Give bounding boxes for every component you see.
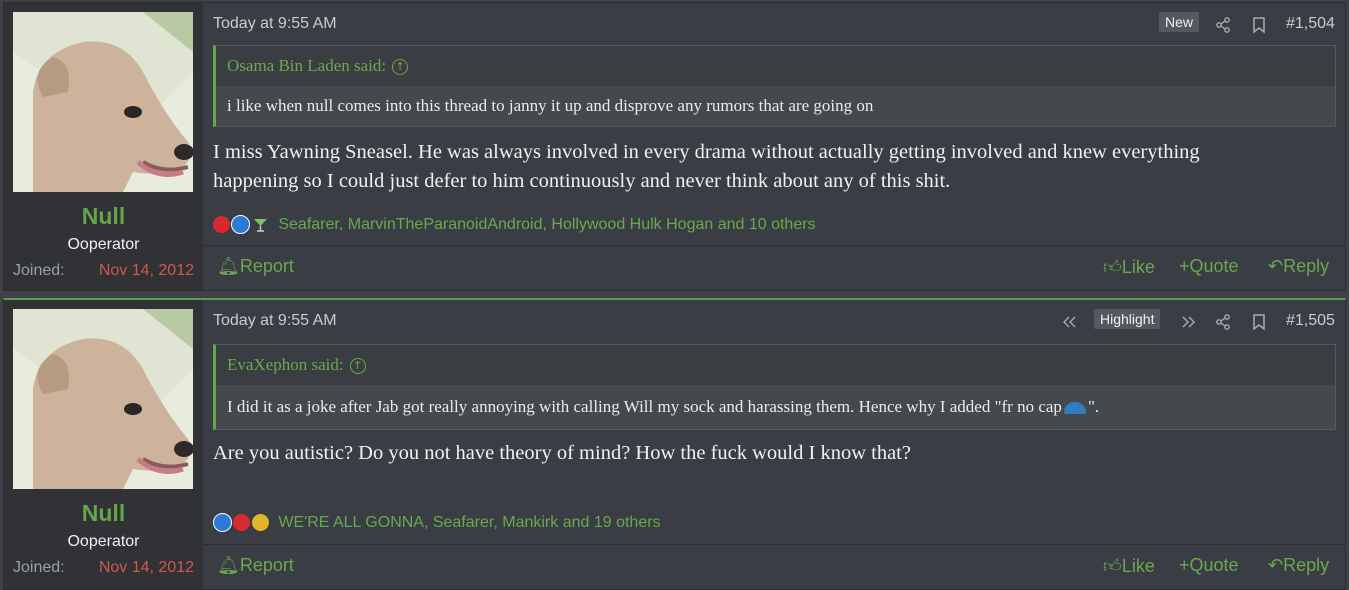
share-icon[interactable] [1214,16,1232,34]
bookmark-icon[interactable] [1250,16,1268,34]
quote-text-end: ". [1087,397,1100,416]
next-icon[interactable] [1180,313,1198,331]
arrow-up-icon[interactable]: ↑ [392,59,409,76]
quote-button[interactable]: +Quote [1179,256,1239,277]
thumbs-up-icon: 👍︎ [1103,257,1122,277]
arrow-up-icon[interactable]: ↑ [349,358,366,375]
quote-label: Quote [1189,256,1239,276]
quote-header[interactable]: Osama Bin Laden said: ↑ [216,46,1335,86]
heart-reaction-icon [213,216,230,233]
like-button[interactable]: 👍︎Like [1103,555,1155,577]
joined-label: Joined: [13,559,65,576]
medal-reaction-icon [251,514,269,531]
like-reaction-icon [213,513,232,532]
post-1504: Null Ooperator Joined: Nov 14, 2012 Toda… [3,2,1346,291]
joined-row: Joined: Nov 14, 2012 [13,559,194,577]
reply-icon: ↶ [1268,555,1284,575]
post-message: Are you autistic? Do you not have theory… [213,439,1325,468]
share-icon[interactable] [1214,313,1232,331]
message-line: happening so I could just defer to him c… [213,170,951,192]
cocktail-reaction-icon [252,216,269,233]
quote-text: i like when null comes into this thread … [216,86,1335,126]
joined-row: Joined: Nov 14, 2012 [13,262,194,280]
post-footer: 🔔︎Report 👍︎Like +Quote ↶Reply [203,245,1345,290]
reply-label: Reply [1283,555,1330,575]
user-panel: Null Ooperator Joined: Nov 14, 2012 [4,300,203,589]
quote-block: EvaXephon said: ↑ I did it as a joke afte… [213,344,1336,430]
bell-icon: 🔔︎ [217,555,240,575]
highlight-badge[interactable]: Highlight [1094,309,1161,329]
joined-label: Joined: [13,262,65,279]
username[interactable]: Null [4,203,203,230]
reply-icon: ↶ [1268,256,1284,276]
report-button[interactable]: 🔔︎Report [217,256,294,277]
post-time[interactable]: Today at 9:55 AM [213,312,337,330]
post-number[interactable]: #1,505 [1286,312,1335,330]
reactions-text[interactable]: Seafarer, MarvinTheParanoidAndroid, Holl… [278,216,815,233]
bookmark-icon[interactable] [1250,313,1268,331]
user-panel: Null Ooperator Joined: Nov 14, 2012 [4,3,203,290]
post-main: Today at 9:55 AM New #1,504 Osama Bin La… [203,3,1345,290]
quote-text: I did it as a joke after Jab got really … [227,397,1062,416]
plus-icon: + [1179,256,1190,276]
quote-header[interactable]: EvaXephon said: ↑ [216,345,1335,385]
reactions-bar[interactable]: WE'RE ALL GONNA, Seafarer, Mankirk and 1… [213,513,661,532]
like-button[interactable]: 👍︎Like [1103,256,1155,278]
post-footer: 🔔︎Report 👍︎Like +Quote ↶Reply [203,544,1345,589]
username[interactable]: Null [4,500,203,527]
message-line: I miss Yawning Sneasel. He was always in… [213,141,1200,163]
quote-author[interactable]: Osama Bin Laden said: [227,56,386,75]
avatar[interactable] [13,309,193,489]
post-time[interactable]: Today at 9:55 AM [213,15,337,33]
reactions-text[interactable]: WE'RE ALL GONNA, Seafarer, Mankirk and 1… [278,514,660,531]
reply-button[interactable]: ↶Reply [1268,555,1329,576]
heart-reaction-icon [233,514,251,531]
joined-date: Nov 14, 2012 [98,262,194,279]
prev-icon[interactable] [1060,313,1078,331]
like-label: Like [1121,556,1155,576]
post-1505: Null Ooperator Joined: Nov 14, 2012 Toda… [3,298,1346,590]
thumbs-up-icon: 👍︎ [1103,556,1122,576]
report-button[interactable]: 🔔︎Report [217,555,294,576]
quote-author[interactable]: EvaXephon said: [227,355,344,374]
cap-emoji-icon [1063,402,1086,415]
quote-text-row: I did it as a joke after Jab got really … [216,385,1335,429]
avatar[interactable] [13,12,193,192]
report-label: Report [239,256,294,276]
post-main: Today at 9:55 AM Highlight #1,505 EvaXep… [203,300,1345,589]
quote-label: Quote [1189,555,1239,575]
reply-button[interactable]: ↶Reply [1268,256,1329,277]
like-reaction-icon [231,215,251,234]
reply-label: Reply [1283,256,1330,276]
bell-icon: 🔔︎ [217,256,240,276]
message-line: Are you autistic? Do you not have theory… [213,442,911,464]
joined-date: Nov 14, 2012 [98,559,194,576]
like-label: Like [1121,257,1155,277]
plus-icon: + [1179,555,1190,575]
quote-button[interactable]: +Quote [1179,555,1239,576]
reactions-bar[interactable]: Seafarer, MarvinTheParanoidAndroid, Holl… [213,215,816,234]
quote-block: Osama Bin Laden said: ↑ i like when null … [213,45,1336,127]
post-message: I miss Yawning Sneasel. He was always in… [213,138,1325,196]
user-title: Ooperator [67,236,140,253]
user-title: Ooperator [67,533,140,550]
post-number[interactable]: #1,504 [1286,15,1335,33]
new-badge: New [1159,12,1200,32]
report-label: Report [239,555,294,575]
